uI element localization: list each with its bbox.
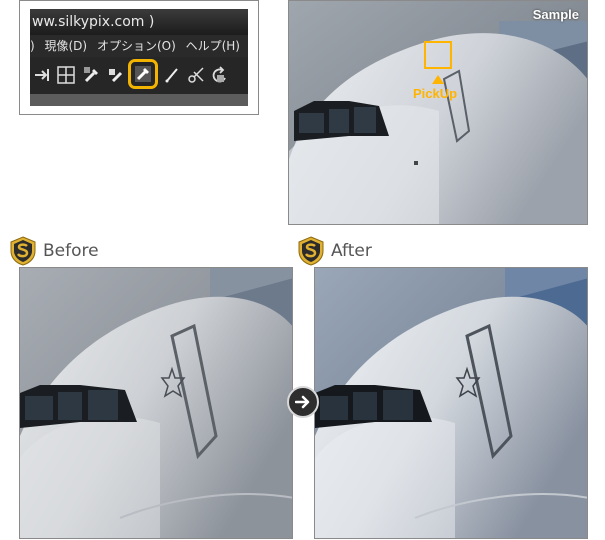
menu-item-options[interactable]: オプション(O) xyxy=(97,39,176,53)
toolbar-screenshot: ww.silkypix.com ) ) 現像(D) オプション(O) ヘルプ(H… xyxy=(19,0,259,115)
menu-item-partial[interactable]: ) xyxy=(30,39,39,53)
after-header: After xyxy=(296,236,372,266)
pickup-marker xyxy=(424,41,452,69)
pickup-tool-icon xyxy=(135,66,151,82)
before-to-after-arrow-button xyxy=(287,386,319,418)
brush-eraser-icon[interactable] xyxy=(106,65,126,85)
menu-item-develop[interactable]: 現像(D) xyxy=(45,39,88,53)
before-header: Before xyxy=(8,236,99,266)
arrow-right-icon[interactable] xyxy=(32,65,52,85)
silkypix-badge-icon xyxy=(10,236,36,266)
after-airplane-image xyxy=(315,268,587,538)
eyedropper-icon[interactable] xyxy=(82,65,102,85)
menu-item-help[interactable]: ヘルプ(H) xyxy=(186,39,240,53)
before-airplane-image xyxy=(20,268,292,538)
toolbar-bottom-strip xyxy=(30,94,248,106)
sample-label: Sample xyxy=(532,7,579,22)
after-photo xyxy=(314,267,588,539)
before-title: Before xyxy=(43,241,99,261)
menu-bar: ) 現像(D) オプション(O) ヘルプ(H) xyxy=(30,35,248,57)
rotate-icon[interactable] xyxy=(210,65,230,85)
window-title: ww.silkypix.com ) xyxy=(30,9,248,35)
silkypix-badge-icon xyxy=(298,236,324,266)
tool-icon-bar xyxy=(30,57,248,94)
pen-icon[interactable] xyxy=(162,65,182,85)
pickup-label: PickUp xyxy=(413,86,458,101)
after-title: After xyxy=(331,241,372,261)
sample-airplane-photo xyxy=(289,1,587,224)
sample-panel: Sample PickUp xyxy=(288,0,588,225)
grid-icon[interactable] xyxy=(56,65,76,85)
before-photo xyxy=(19,267,293,539)
pickup-tool-button[interactable] xyxy=(128,59,158,89)
scissors-icon[interactable] xyxy=(186,65,206,85)
pickup-arrow-icon xyxy=(432,75,444,84)
arrow-right-icon xyxy=(295,395,310,409)
comparison-figure: ww.silkypix.com ) ) 現像(D) オプション(O) ヘルプ(H… xyxy=(0,0,605,540)
